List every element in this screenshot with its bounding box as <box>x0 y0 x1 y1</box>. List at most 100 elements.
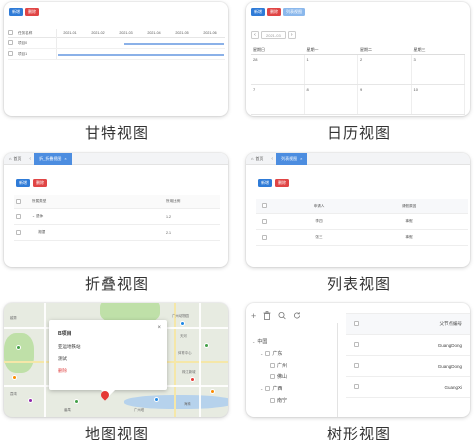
gantt-bar[interactable] <box>124 43 224 45</box>
map-label: 天河 <box>180 334 187 338</box>
poi-marker[interactable] <box>210 389 215 394</box>
map-label: 番禺 <box>64 408 71 412</box>
close-icon[interactable]: × <box>300 153 302 165</box>
day-cell[interactable]: 28 <box>251 55 305 84</box>
tree-view-card[interactable]: + ⌄ 中国 ⌄ 广东 广州 佛山 ⌄ 广西 南宁 父节点编号 GuangDon… <box>246 303 470 417</box>
add-icon[interactable]: + <box>251 311 256 322</box>
month-header: 2021-04 <box>147 31 161 35</box>
prev-month-button[interactable]: ‹ <box>251 31 259 39</box>
poi-marker[interactable] <box>204 343 209 348</box>
table-row[interactable]: GuangXi <box>346 377 470 398</box>
table-row[interactable]: 李四 事假 <box>256 214 468 230</box>
poi-marker[interactable] <box>74 399 79 404</box>
tree-node[interactable]: 佛山 <box>270 373 287 380</box>
map-road <box>44 303 46 417</box>
gantt-view-card[interactable]: 新增 删除 任务名称 2021-01 2021-02 2021-03 2021-… <box>4 2 228 116</box>
tree-node[interactable]: 广州 <box>270 362 287 369</box>
list-view-button[interactable]: 列表视图 <box>283 8 305 16</box>
tab-home[interactable]: ⌂ 首页 <box>246 156 268 162</box>
poi-marker[interactable] <box>190 377 195 382</box>
add-button[interactable]: 新增 <box>9 8 23 16</box>
select-all-checkbox[interactable] <box>16 198 21 204</box>
map-view-card[interactable]: 广州动物园 天河 体育中心 珠江新城 海珠 广州塔 越秀 荔湾 番禺 B项目 ×… <box>4 303 228 417</box>
tree-node[interactable]: ⌄ 广东 <box>260 350 282 357</box>
poi-marker[interactable] <box>180 321 185 326</box>
refresh-icon[interactable] <box>293 311 301 322</box>
tree-node[interactable]: 南宁 <box>270 397 287 404</box>
calendar-caption: 日历视图 <box>326 125 391 142</box>
table-row[interactable]: ⌄ 退休 1.2 <box>14 209 220 225</box>
add-button[interactable]: 新增 <box>258 179 272 187</box>
node-checkbox[interactable] <box>265 386 271 391</box>
table-row[interactable]: 张三 事假 <box>256 230 468 246</box>
home-icon: ⌂ <box>9 156 12 161</box>
add-button[interactable]: 新增 <box>251 8 265 16</box>
row-checkbox[interactable] <box>354 363 359 369</box>
row-checkbox[interactable] <box>8 51 13 57</box>
next-month-button[interactable]: › <box>287 31 296 39</box>
delete-button[interactable]: 删除 <box>275 179 289 187</box>
day-cell[interactable]: 8 <box>305 85 358 114</box>
list-view-card[interactable]: ⌂ 首页 ‹ 列表视图 × 新增 删除 申请人 请假原因 李四 事假 张三 事假 <box>246 153 470 267</box>
tree-node[interactable]: ⌄ 广西 <box>260 385 282 392</box>
table-row[interactable]: 湘潭 2.1 <box>14 225 220 241</box>
day-cell[interactable]: 7 <box>251 85 305 114</box>
day-cell[interactable]: 9 <box>358 85 412 114</box>
day-cell[interactable]: 3 <box>412 55 465 84</box>
row-checkbox[interactable] <box>262 234 267 240</box>
tab-home[interactable]: ⌂ 首页 <box>4 156 26 162</box>
add-button[interactable]: 新增 <box>16 179 30 187</box>
calendar-view-card[interactable]: 新增 删除 列表视图 ‹ 2021-03 › 星期日 星期一 星期二 星期三 2… <box>246 2 470 116</box>
table-row[interactable]: GuangDong <box>346 356 470 377</box>
row-checkbox[interactable] <box>16 229 21 235</box>
search-icon[interactable] <box>278 311 286 322</box>
month-header: 2021-01 <box>63 31 77 35</box>
row-checkbox[interactable] <box>262 218 267 224</box>
node-checkbox[interactable] <box>265 351 271 356</box>
close-icon[interactable]: × <box>64 153 66 165</box>
parent-id-header: 父节点编号 <box>439 321 463 326</box>
node-checkbox[interactable] <box>270 363 275 368</box>
chevron-left-icon[interactable]: ‹ <box>26 156 34 162</box>
chevron-down-icon[interactable]: ⌄ <box>260 386 263 391</box>
select-all-checkbox[interactable] <box>354 321 359 327</box>
list-caption: 列表视图 <box>326 276 391 293</box>
delete-button[interactable]: 删除 <box>25 8 39 16</box>
tree-node[interactable]: ⌄ 中国 <box>252 338 267 345</box>
row-checkbox[interactable] <box>354 384 359 390</box>
weekday-header: 星期日 <box>253 47 265 52</box>
select-all-checkbox[interactable] <box>262 203 267 209</box>
node-checkbox[interactable] <box>270 374 275 379</box>
trash-icon[interactable] <box>263 311 271 322</box>
chevron-left-icon[interactable]: ‹ <box>268 156 276 162</box>
node-checkbox[interactable] <box>270 398 275 403</box>
delete-button[interactable]: 删除 <box>267 8 281 16</box>
row-checkbox[interactable] <box>16 213 21 219</box>
month-header: 2021-05 <box>175 31 189 35</box>
map-road <box>174 303 177 417</box>
task-name: 项目1 <box>18 51 28 56</box>
fold-view-card[interactable]: ⌂ 首页 ‹ 折_折叠视图 × 新增 删除 所属类型 所用比例 ⌄ 退休 1.2 湘… <box>4 153 228 267</box>
month-picker[interactable]: 2021-03 <box>261 31 286 39</box>
gantt-bar[interactable] <box>58 54 224 56</box>
day-cell[interactable]: 1 <box>305 55 358 84</box>
poi-marker[interactable] <box>12 375 17 380</box>
day-cell[interactable]: 10 <box>412 85 465 114</box>
row-checkbox[interactable] <box>354 342 359 348</box>
delete-button[interactable]: 删除 <box>33 179 47 187</box>
table-row[interactable]: GuangDong <box>346 335 470 356</box>
day-cell[interactable]: 2 <box>358 55 412 84</box>
tree-caption: 树形视图 <box>326 426 391 440</box>
tab-active[interactable]: 折_折叠视图 × <box>34 153 72 165</box>
close-icon[interactable]: × <box>157 325 161 331</box>
map-label: 广州塔 <box>134 408 145 412</box>
popup-delete-link[interactable]: 删除 <box>58 368 67 374</box>
expand-icon[interactable]: ⌄ <box>32 214 35 218</box>
chevron-down-icon[interactable]: ⌄ <box>252 339 255 344</box>
weekday-header: 星期一 <box>306 47 319 52</box>
poi-marker[interactable] <box>28 398 33 403</box>
chevron-down-icon[interactable]: ⌄ <box>260 351 263 356</box>
tab-active[interactable]: 列表视图 × <box>276 153 308 165</box>
poi-marker[interactable] <box>16 345 21 350</box>
poi-marker[interactable] <box>154 397 159 402</box>
